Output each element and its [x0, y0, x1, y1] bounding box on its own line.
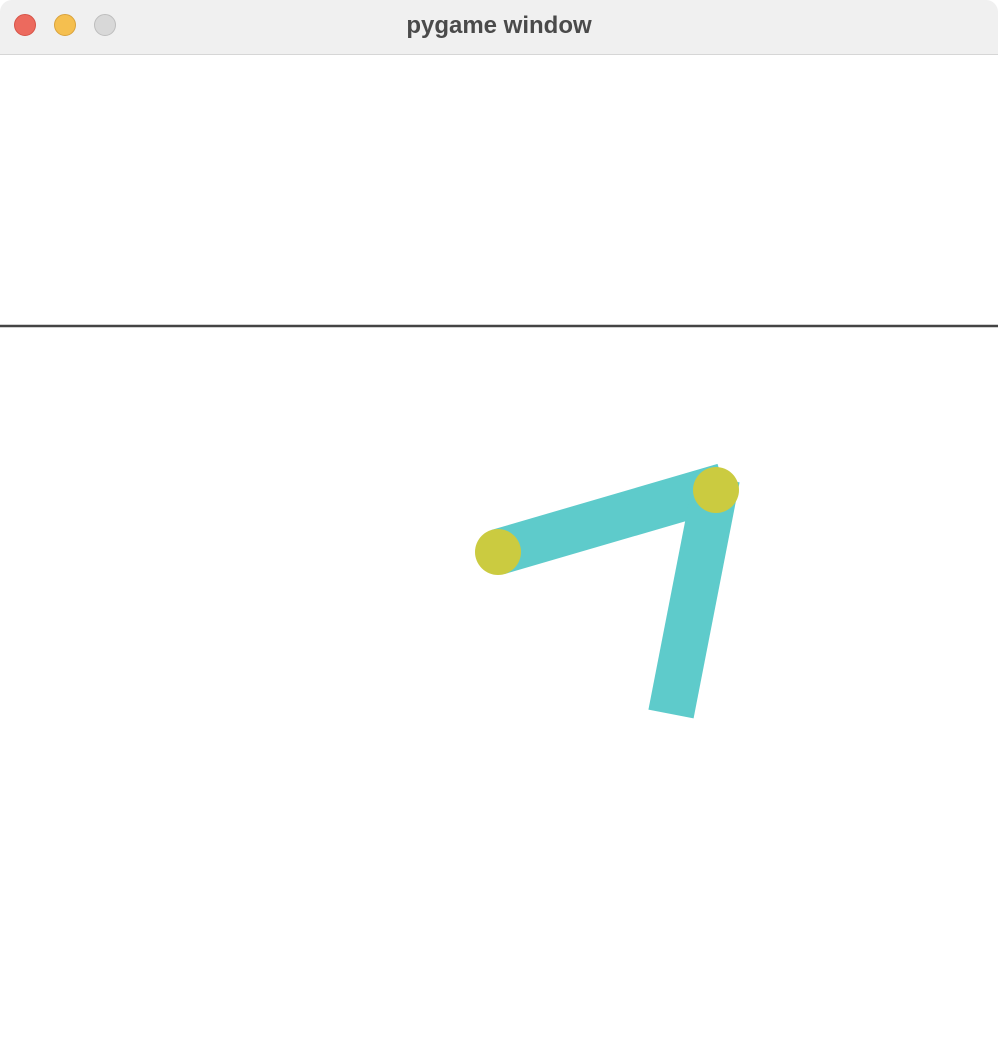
joint-base — [475, 529, 521, 575]
window-title: pygame window — [406, 12, 592, 39]
game-canvas — [0, 324, 998, 719]
title-bar[interactable]: pygame window — [0, 0, 998, 55]
joint-elbow — [693, 467, 739, 513]
pygame-window: pygame window — [0, 0, 998, 1044]
